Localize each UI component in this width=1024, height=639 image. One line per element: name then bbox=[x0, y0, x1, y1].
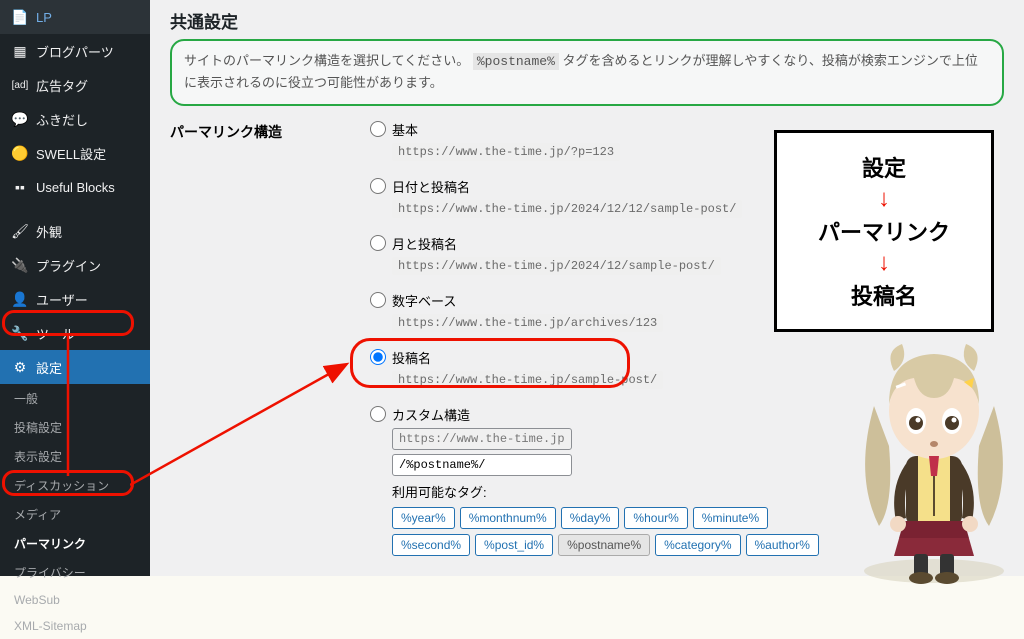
sidebar-item-blogparts[interactable]: ▦ ブログパーツ bbox=[0, 34, 150, 68]
callout-step-2: パーマリンク bbox=[789, 215, 979, 247]
label-postname[interactable]: 投稿名 bbox=[392, 348, 431, 367]
sidebar-item-tools[interactable]: 🔧 ツール bbox=[0, 316, 150, 350]
sub-media[interactable]: メディア bbox=[0, 500, 150, 529]
tag-postid[interactable]: %post_id% bbox=[475, 534, 553, 556]
radio-day-name[interactable] bbox=[370, 178, 386, 194]
sidebar-label: プラグイン bbox=[36, 256, 101, 275]
label-custom[interactable]: カスタム構造 bbox=[392, 405, 470, 424]
down-arrow-icon: ↓ bbox=[789, 251, 979, 275]
label-plain[interactable]: 基本 bbox=[392, 120, 418, 139]
info-box: サイトのパーマリンク構造を選択してください。 %postname% タグを含める… bbox=[170, 39, 1004, 106]
sidebar-item-settings[interactable]: ⚙ 設定 bbox=[0, 350, 150, 384]
sample-postname: https://www.the-time.jp/sample-post/ bbox=[392, 371, 663, 389]
radio-month-name[interactable] bbox=[370, 235, 386, 251]
sub-xmlsitemap[interactable]: XML-Sitemap bbox=[0, 613, 150, 639]
tag-day[interactable]: %day% bbox=[561, 507, 620, 529]
radio-custom[interactable] bbox=[370, 406, 386, 422]
sidebar-label: Useful Blocks bbox=[36, 180, 115, 195]
sidebar-label: ふきだし bbox=[36, 110, 88, 129]
tag-hour[interactable]: %hour% bbox=[624, 507, 687, 529]
sidebar-label: ブログパーツ bbox=[36, 42, 114, 61]
sidebar-item-adtag[interactable]: [ad] 広告タグ bbox=[0, 68, 150, 102]
callout-step-3: 投稿名 bbox=[789, 279, 979, 311]
sidebar-item-balloon[interactable]: 💬 ふきだし bbox=[0, 102, 150, 136]
label-month-name[interactable]: 月と投稿名 bbox=[392, 234, 457, 253]
sub-permalink[interactable]: パーマリンク bbox=[0, 529, 150, 558]
ad-icon: [ad] bbox=[10, 75, 30, 95]
tag-postname[interactable]: %postname% bbox=[558, 534, 650, 556]
sample-month-name: https://www.the-time.jp/2024/12/sample-p… bbox=[392, 257, 721, 275]
sub-privacy[interactable]: プライバシー bbox=[0, 558, 150, 587]
available-tags: %year% %monthnum% %day% %hour% %minute% … bbox=[392, 507, 822, 556]
tag-minute[interactable]: %minute% bbox=[693, 507, 768, 529]
swell-icon: 🟡 bbox=[10, 143, 30, 163]
admin-sidebar: 📄 LP ▦ ブログパーツ [ad] 広告タグ 💬 ふきだし 🟡 SWELL設定 ▪▪ Us… bbox=[0, 0, 150, 576]
sidebar-item-usefulblocks[interactable]: ▪▪ Useful Blocks bbox=[0, 170, 150, 204]
brush-icon: 🖌 bbox=[10, 221, 30, 241]
info-text: サイトのパーマリンク構造を選択してください。 %postname% タグを含める… bbox=[184, 51, 990, 94]
sub-websub[interactable]: WebSub bbox=[0, 587, 150, 613]
speech-icon: 💬 bbox=[10, 109, 30, 129]
sidebar-label: ユーザー bbox=[36, 290, 88, 309]
sidebar-item-appearance[interactable]: 🖌 外観 bbox=[0, 214, 150, 248]
custom-base-input bbox=[392, 428, 572, 450]
callout-step-1: 設定 bbox=[789, 151, 979, 183]
tag-author[interactable]: %author% bbox=[746, 534, 819, 556]
sub-reading[interactable]: 表示設定 bbox=[0, 442, 150, 471]
section-title: 共通設定 bbox=[170, 8, 1004, 33]
sidebar-item-swell[interactable]: 🟡 SWELL設定 bbox=[0, 136, 150, 170]
sidebar-label: 広告タグ bbox=[36, 76, 88, 95]
tag-year[interactable]: %year% bbox=[392, 507, 455, 529]
label-day-name[interactable]: 日付と投稿名 bbox=[392, 177, 470, 196]
plugin-icon: 🔌 bbox=[10, 255, 30, 275]
sidebar-label: 設定 bbox=[36, 358, 62, 377]
instruction-callout: 設定 ↓ パーマリンク ↓ 投稿名 bbox=[774, 130, 994, 332]
sub-general[interactable]: 一般 bbox=[0, 384, 150, 413]
blocks-icon: ▪▪ bbox=[10, 177, 30, 197]
tag-second[interactable]: %second% bbox=[392, 534, 470, 556]
tag-monthnum[interactable]: %monthnum% bbox=[460, 507, 556, 529]
sample-day-name: https://www.the-time.jp/2024/12/12/sampl… bbox=[392, 200, 742, 218]
sidebar-item-users[interactable]: 👤 ユーザー bbox=[0, 282, 150, 316]
grid-icon: ▦ bbox=[10, 41, 30, 61]
sidebar-label: 外観 bbox=[36, 222, 62, 241]
sub-writing[interactable]: 投稿設定 bbox=[0, 413, 150, 442]
sub-discussion[interactable]: ディスカッション bbox=[0, 471, 150, 500]
structure-label: パーマリンク構造 bbox=[170, 120, 370, 572]
radio-postname[interactable] bbox=[370, 349, 386, 365]
wrench-icon: 🔧 bbox=[10, 323, 30, 343]
page-icon: 📄 bbox=[10, 7, 30, 27]
sidebar-label: ツール bbox=[36, 324, 75, 343]
gear-icon: ⚙ bbox=[10, 357, 30, 377]
radio-numeric[interactable] bbox=[370, 292, 386, 308]
sidebar-item-plugins[interactable]: 🔌 プラグイン bbox=[0, 248, 150, 282]
sidebar-item-lp[interactable]: 📄 LP bbox=[0, 0, 150, 34]
postname-tag: %postname% bbox=[473, 53, 559, 70]
radio-plain[interactable] bbox=[370, 121, 386, 137]
mascot-character bbox=[834, 326, 1024, 586]
sidebar-label: SWELL設定 bbox=[36, 144, 106, 163]
sidebar-label: LP bbox=[36, 10, 52, 25]
sample-numeric: https://www.the-time.jp/archives/123 bbox=[392, 314, 663, 332]
label-numeric[interactable]: 数字ベース bbox=[392, 291, 456, 310]
sample-plain: https://www.the-time.jp/?p=123 bbox=[392, 143, 620, 161]
custom-structure-input[interactable] bbox=[392, 454, 572, 476]
tag-category[interactable]: %category% bbox=[655, 534, 740, 556]
down-arrow-icon: ↓ bbox=[789, 187, 979, 211]
user-icon: 👤 bbox=[10, 289, 30, 309]
